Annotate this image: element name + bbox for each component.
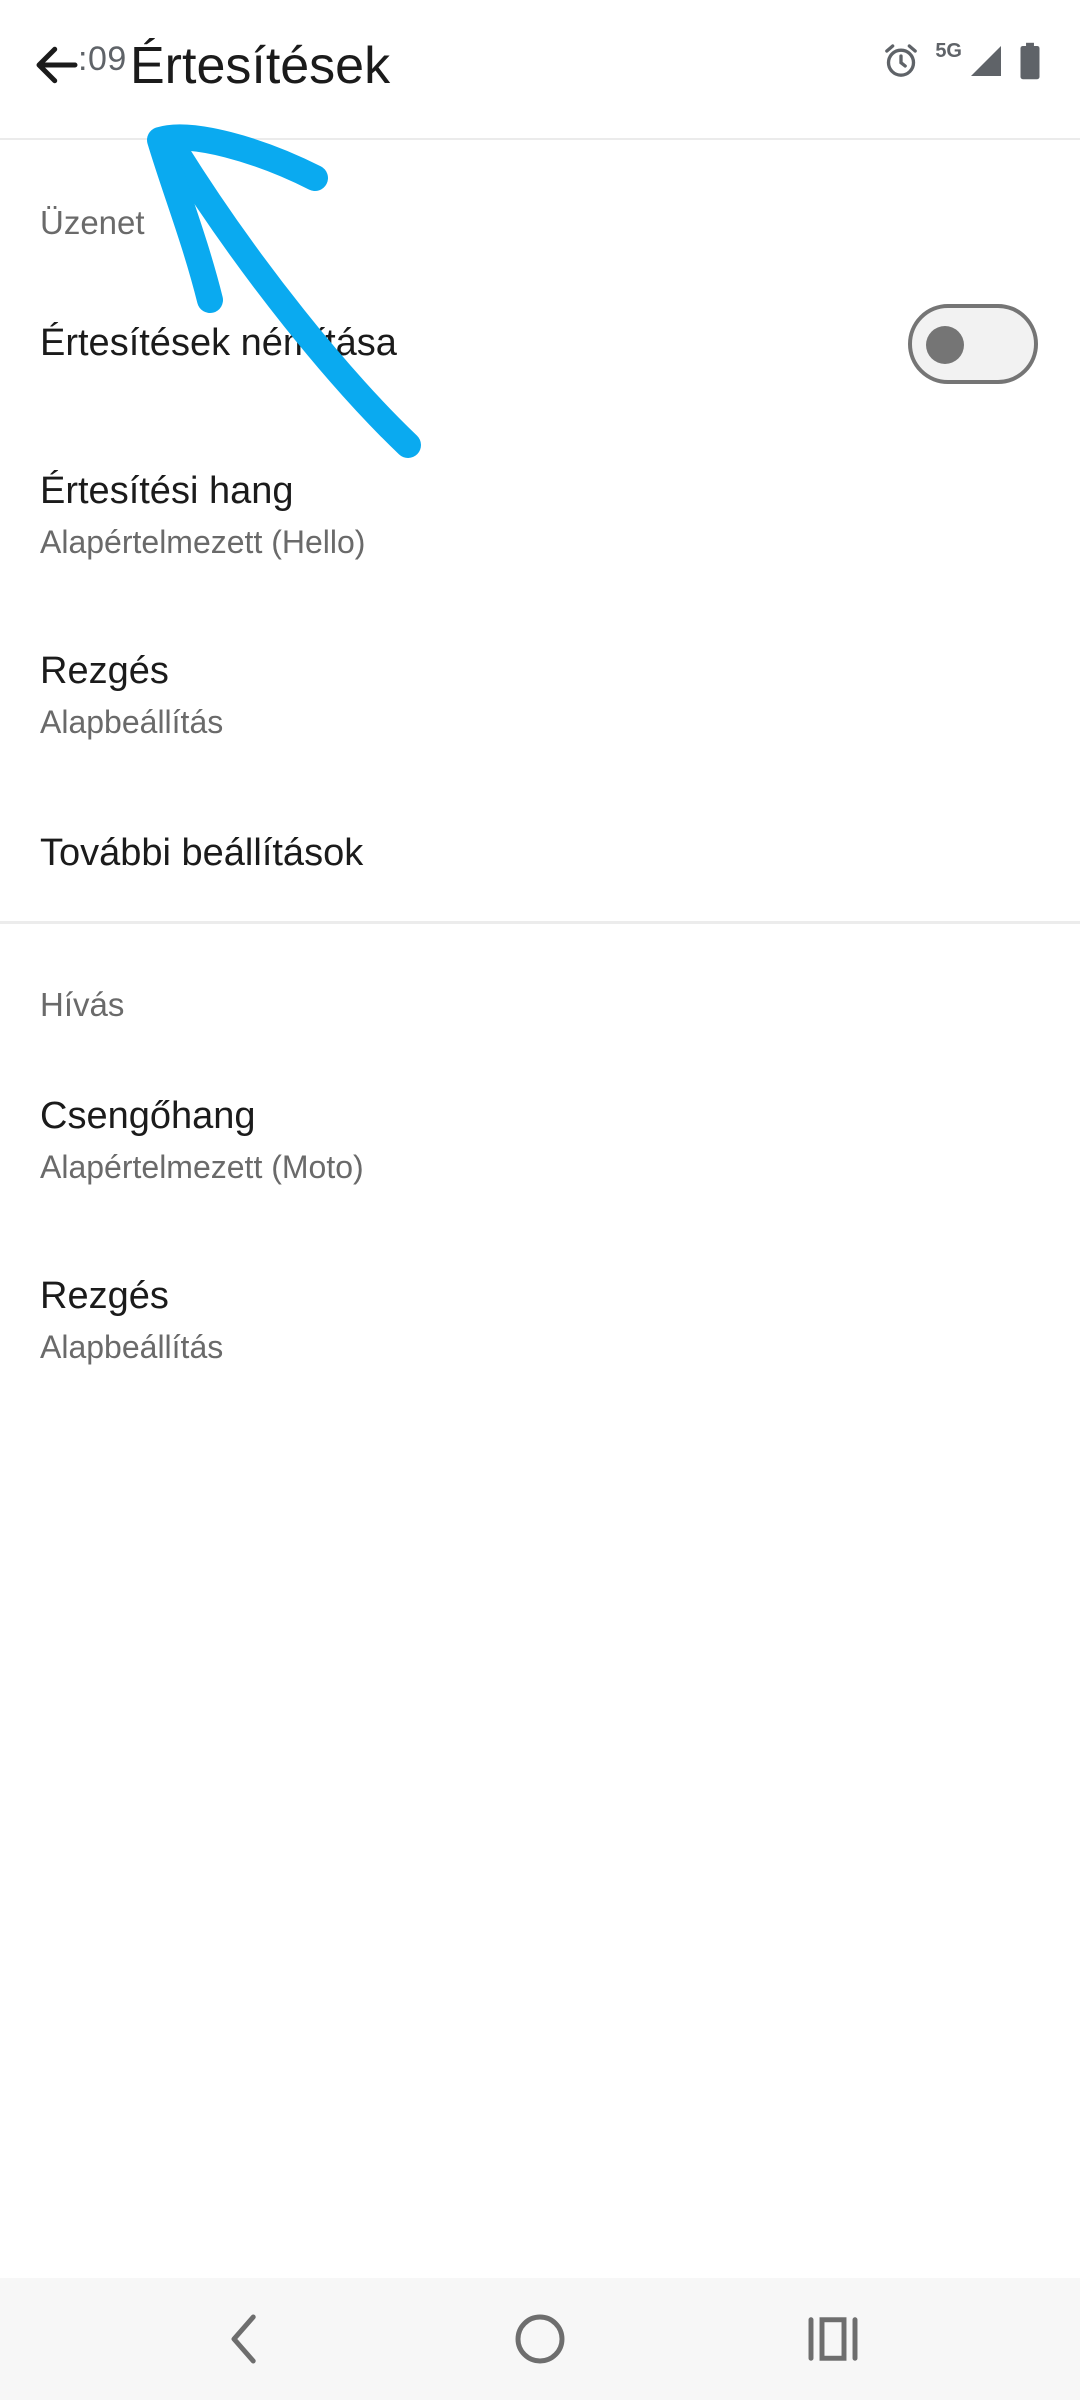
system-nav-bar bbox=[0, 2278, 1080, 2400]
nav-back-button[interactable] bbox=[212, 2306, 278, 2372]
back-button[interactable] bbox=[30, 38, 84, 92]
mute-notifications-toggle[interactable] bbox=[908, 304, 1038, 384]
toggle-knob bbox=[926, 326, 964, 364]
app-bar: :09 Értesítések 5G bbox=[0, 0, 1080, 140]
list-item-title: Értesítési hang bbox=[40, 470, 294, 512]
nav-home-button[interactable] bbox=[507, 2306, 573, 2372]
list-item-subtitle: Alapbeállítás bbox=[40, 704, 224, 740]
nav-home-icon bbox=[515, 2314, 565, 2364]
section-header-call: Hívás bbox=[40, 986, 125, 1023]
list-item-title: Rezgés bbox=[40, 1275, 169, 1317]
screen: :09 Értesítések 5G Üzenet Értesítések né… bbox=[0, 0, 1080, 2400]
list-item-subtitle: Alapbeállítás bbox=[40, 1329, 224, 1365]
list-item-title: Rezgés bbox=[40, 650, 169, 692]
signal-icon bbox=[971, 46, 1001, 76]
network-label: 5G bbox=[935, 39, 962, 62]
list-item-notification-sound[interactable]: Értesítési hang Alapértelmezett (Hello) bbox=[0, 440, 1080, 580]
list-item-title: Csengőhang bbox=[40, 1095, 256, 1137]
list-item-vibration-call[interactable]: Rezgés Alapbeállítás bbox=[0, 1245, 1080, 1385]
alarm-icon bbox=[885, 44, 918, 77]
nav-recents-button[interactable] bbox=[800, 2306, 866, 2372]
section-header-message: Üzenet bbox=[40, 204, 145, 241]
battery-icon bbox=[1020, 42, 1040, 80]
section-divider bbox=[0, 921, 1080, 924]
list-item-title: További beállítások bbox=[40, 832, 364, 874]
nav-back-icon bbox=[231, 2314, 256, 2364]
page-title: Értesítések bbox=[130, 37, 391, 95]
list-item-vibration-message[interactable]: Rezgés Alapbeállítás bbox=[0, 620, 1080, 760]
list-item-subtitle: Alapértelmezett (Hello) bbox=[40, 524, 366, 560]
list-item-subtitle: Alapértelmezett (Moto) bbox=[40, 1149, 364, 1185]
list-item-more-settings[interactable]: További beállítások bbox=[0, 800, 1080, 910]
list-item-title: Értesítések némítása bbox=[40, 322, 397, 364]
status-time: :09 bbox=[78, 40, 127, 78]
list-item-ringtone[interactable]: Csengőhang Alapértelmezett (Moto) bbox=[0, 1065, 1080, 1205]
nav-recents-icon bbox=[808, 2317, 858, 2361]
arrow-left-icon bbox=[36, 46, 78, 84]
status-icons: 5G bbox=[881, 38, 1042, 84]
